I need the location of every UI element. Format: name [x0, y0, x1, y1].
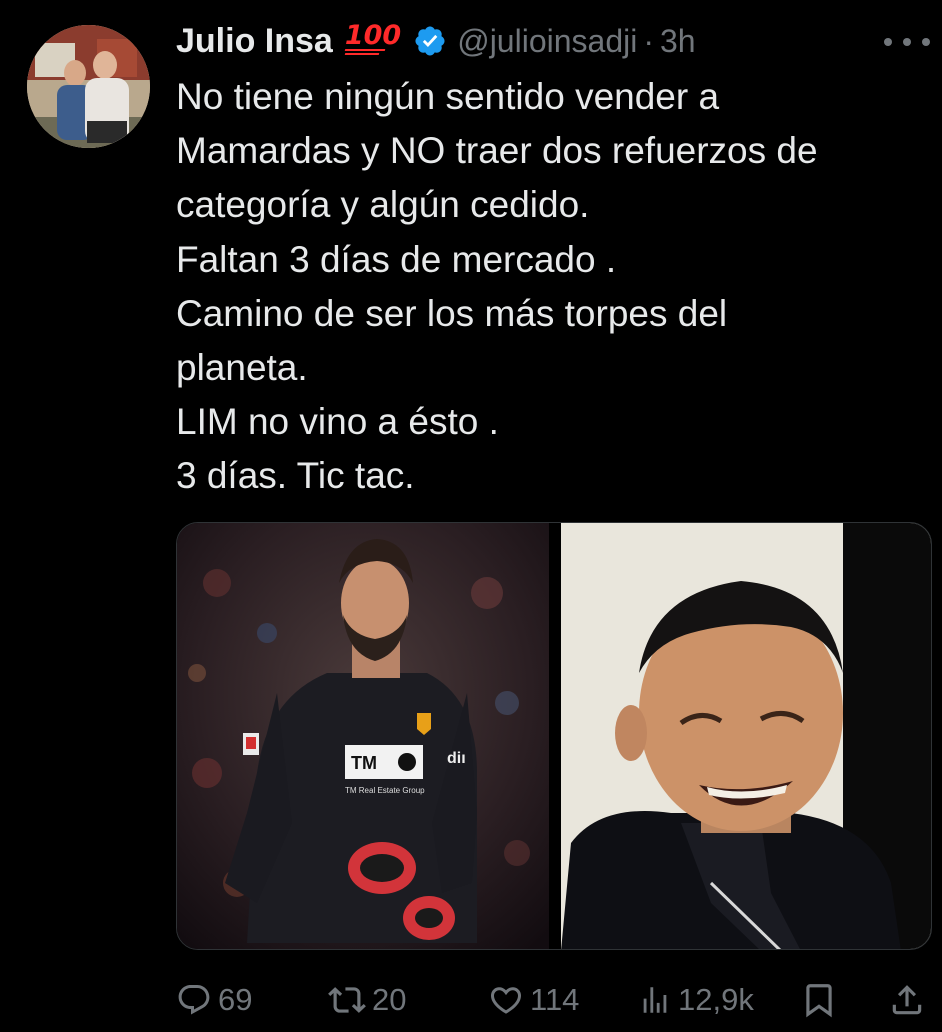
tweet-text-line: categoría y algún cedido.	[176, 184, 590, 226]
heart-icon	[490, 987, 522, 1014]
avatar-photo	[27, 25, 150, 148]
tweet-timestamp[interactable]: 3h	[660, 23, 696, 60]
tweet-text-line: 3 días. Tic tac.	[176, 455, 415, 497]
share-button[interactable]	[888, 972, 932, 1028]
like-button[interactable]: 114	[488, 972, 579, 1028]
verified-badge-icon[interactable]	[413, 24, 447, 58]
author-avatar[interactable]	[27, 25, 150, 148]
view-count: 12,9k	[678, 982, 754, 1017]
more-dot	[922, 38, 930, 46]
tweet-action-bar: 69 20 114 12,9k	[176, 972, 936, 1028]
emoji-underline	[344, 52, 380, 55]
jersey-chest-text: diı	[447, 750, 466, 767]
tweet-text-line: LIM no vino a ésto .	[176, 401, 499, 443]
views-bar-chart-icon	[643, 987, 667, 1013]
tweet-text-line: Camino de ser los más torpes del	[176, 292, 728, 334]
reply-icon	[178, 985, 210, 1015]
reply-button[interactable]: 69	[176, 972, 252, 1028]
share-icon	[892, 985, 922, 1015]
like-count: 114	[530, 982, 580, 1017]
more-dot	[903, 38, 911, 46]
separator-dot: ·	[643, 22, 654, 59]
media-photo-goalkeeper[interactable]: TM TM Real Estate Group diı	[177, 523, 549, 949]
tweet-text-line: No tiene ningún sentido vender a	[176, 76, 720, 117]
hundred-points-emoji-icon: 100	[344, 19, 402, 55]
emoji-number: 100	[344, 19, 402, 51]
author-handle[interactable]: @julioinsadji	[457, 23, 637, 60]
tweet-text-line: Faltan 3 días de mercado .	[176, 238, 617, 280]
author-display-name[interactable]: Julio Insa	[176, 22, 333, 61]
tweet[interactable]: Julio Insa 100 @julioinsadji · 3h No tie…	[0, 0, 942, 1032]
reply-count: 69	[218, 982, 253, 1017]
views-button[interactable]: 12,9k	[638, 972, 754, 1028]
tweet-header: Julio Insa 100 @julioinsadji · 3h	[176, 18, 696, 64]
more-dot	[884, 38, 892, 46]
sponsor-badge-text: TM	[351, 753, 377, 773]
tweet-text-line: Mamardas y NO traer dos refuerzos de	[176, 130, 818, 172]
tweet-media-grid: TM TM Real Estate Group diı	[176, 522, 932, 950]
emoji-underline	[344, 48, 386, 51]
more-horizontal-icon[interactable]	[884, 24, 930, 60]
sponsor-caption: TM Real Estate Group	[345, 786, 425, 795]
bookmark-icon	[806, 984, 832, 1018]
retweet-icon	[328, 987, 366, 1013]
media-photo-laughing-man[interactable]	[561, 523, 931, 949]
retweet-count: 20	[372, 982, 407, 1017]
bookmark-button[interactable]	[800, 972, 844, 1028]
retweet-button[interactable]: 20	[328, 972, 406, 1028]
tweet-text: No tiene ningún sentido vender a Mamarda…	[176, 70, 936, 504]
tweet-text-line: planeta.	[176, 347, 308, 389]
